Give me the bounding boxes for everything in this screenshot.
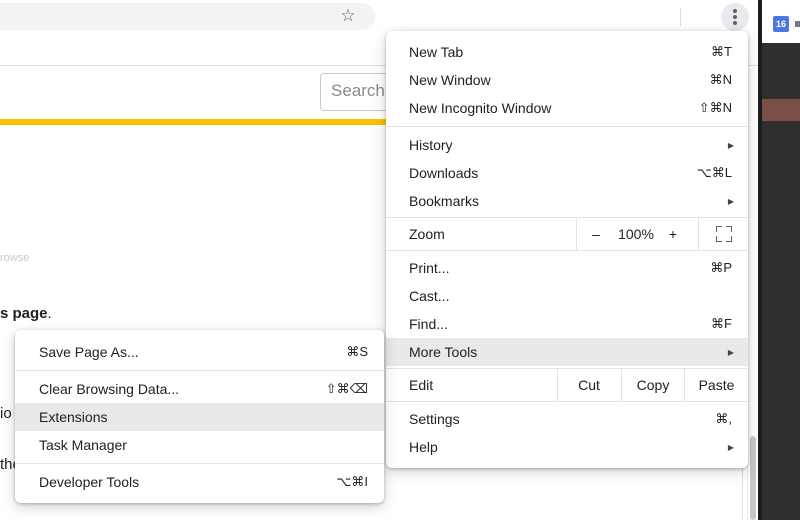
copy-button[interactable]: Copy (622, 369, 684, 401)
menu-item-new-incognito-window[interactable]: New Incognito Window ⇧⌘N (386, 94, 748, 122)
scrollbar-thumb[interactable] (750, 436, 756, 520)
menu-item-label: More Tools (409, 344, 478, 360)
kebab-dot (733, 15, 737, 19)
page-text-fragment-2: io (0, 405, 12, 422)
menu-item-print[interactable]: Print... ⌘P (386, 254, 748, 282)
menu-item-label: New Window (409, 72, 491, 88)
menu-item-help[interactable]: Help ▶ (386, 433, 748, 461)
menu-item-cast[interactable]: Cast... (386, 282, 748, 310)
more-tools-submenu: Save Page As... ⌘S Clear Browsing Data..… (15, 330, 384, 503)
menu-item-settings[interactable]: Settings ⌘, (386, 405, 748, 433)
menu-item-shortcut: ⌘N (709, 72, 732, 87)
address-bar[interactable]: ☆ (0, 3, 375, 30)
menu-separator (386, 401, 748, 402)
menu-item-developer-tools[interactable]: Developer Tools ⌥⌘I (15, 468, 384, 496)
menu-item-shortcut: ⌥⌘I (336, 474, 368, 489)
menu-item-shortcut: ⇧⌘⌫ (325, 381, 368, 396)
menu-item-label: Developer Tools (39, 474, 140, 490)
page-bold-fragment: s page (0, 305, 48, 322)
paste-button[interactable]: Paste (685, 369, 748, 401)
menu-item-label: Settings (409, 411, 460, 427)
submenu-arrow-icon: ▶ (727, 442, 734, 452)
edit-row: Edit Cut Copy Paste (386, 369, 748, 401)
menu-item-label: New Incognito Window (409, 100, 552, 116)
menu-item-more-tools[interactable]: More Tools ▶ (386, 338, 748, 366)
star-icon[interactable]: ☆ (338, 6, 358, 26)
menu-item-new-window[interactable]: New Window ⌘N (386, 66, 748, 94)
menu-item-downloads[interactable]: Downloads ⌥⌘L (386, 159, 748, 187)
accent-bar (0, 119, 400, 125)
menu-item-clear-browsing-data[interactable]: Clear Browsing Data... ⇧⌘⌫ (15, 375, 384, 403)
faint-text-fragment: rowse (0, 252, 30, 264)
background-image-fragment (762, 99, 800, 121)
menu-item-shortcut: ⌥⌘L (696, 165, 732, 180)
menu-item-label: Bookmarks (409, 193, 480, 209)
menu-separator (15, 370, 384, 371)
menu-item-new-tab[interactable]: New Tab ⌘T (386, 38, 748, 66)
window-edge (758, 0, 762, 520)
menu-item-find[interactable]: Find... ⌘F (386, 310, 748, 338)
zoom-in-button[interactable]: + (657, 218, 689, 250)
menu-item-label: Cast... (409, 288, 450, 304)
page-text-fragment: s page. (0, 305, 52, 322)
menu-item-shortcut: ⌘F (711, 316, 732, 331)
menu-item-label: Save Page As... (39, 344, 139, 360)
fullscreen-icon (715, 226, 732, 242)
menu-item-extensions[interactable]: Extensions (15, 403, 384, 431)
background-window (758, 0, 800, 520)
menu-separator (386, 250, 748, 251)
menu-item-history[interactable]: History ▶ (386, 131, 748, 159)
menu-item-label: Help (409, 439, 438, 455)
browser-toolbar: ☆ (0, 0, 758, 34)
calendar-icon[interactable]: 16 (773, 16, 789, 32)
menu-item-label: Extensions (39, 409, 108, 425)
browser-main-menu: New Tab ⌘T New Window ⌘N New Incognito W… (386, 31, 748, 468)
kebab-dot (733, 21, 737, 25)
menu-item-shortcut: ⌘P (710, 260, 732, 275)
menu-item-label: Find... (409, 316, 448, 332)
submenu-arrow-icon: ▶ (727, 347, 734, 357)
browser-menu-button[interactable] (721, 3, 749, 31)
menu-item-label: History (409, 137, 453, 153)
submenu-arrow-icon: ▶ (727, 196, 734, 206)
menu-separator (15, 463, 384, 464)
menu-item-label: Clear Browsing Data... (39, 381, 180, 397)
zoom-label: Zoom (409, 226, 445, 242)
strip-fragment (795, 21, 800, 27)
page-period: . (47, 305, 52, 322)
kebab-menu-icon (733, 9, 737, 13)
menu-item-shortcut: ⌘S (346, 344, 368, 359)
fullscreen-button[interactable] (699, 218, 748, 250)
menu-separator (386, 126, 748, 127)
submenu-arrow-icon: ▶ (727, 140, 734, 150)
menu-item-label: New Tab (409, 44, 464, 60)
menu-item-shortcut: ⌘T (711, 44, 732, 59)
menu-item-label: Downloads (409, 165, 479, 181)
menu-item-shortcut: ⌘, (715, 411, 732, 426)
menu-item-save-page-as[interactable]: Save Page As... ⌘S (15, 338, 384, 366)
edit-label: Edit (409, 377, 434, 393)
zoom-level: 100% (618, 226, 654, 242)
zoom-out-button[interactable]: – (577, 218, 615, 250)
cut-button[interactable]: Cut (558, 369, 620, 401)
menu-item-label: Print... (409, 260, 450, 276)
menu-item-task-manager[interactable]: Task Manager (15, 431, 384, 459)
menu-item-bookmarks[interactable]: Bookmarks ▶ (386, 187, 748, 215)
menu-item-shortcut: ⇧⌘N (698, 100, 732, 115)
toolbar-divider (680, 8, 681, 26)
menu-item-label: Task Manager (39, 437, 127, 453)
zoom-row: Zoom – 100% + (386, 218, 748, 250)
